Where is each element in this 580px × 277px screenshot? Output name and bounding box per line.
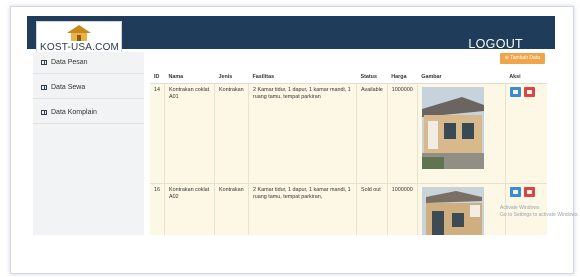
edit-icon — [512, 190, 518, 194]
cell-harga: 1000000 — [386, 183, 418, 235]
col-harga: Harga — [387, 71, 418, 84]
watermark-title: Activate Windows — [500, 205, 540, 211]
cell-status: Sold out — [356, 183, 388, 235]
sidebar-item-label: Data Komplain — [51, 109, 97, 116]
col-aksi: Aksi — [505, 71, 548, 84]
sidebar-item-label: Data Sewa — [51, 84, 86, 91]
sidebar-item-data-komplain[interactable]: Data Komplain — [33, 102, 144, 124]
col-nama: Nama — [164, 71, 215, 84]
house-photo — [421, 87, 484, 169]
sidebar: Data Pesan Data Sewa Data Komplain — [33, 52, 144, 235]
logo: KOST-USA.COM — [36, 21, 122, 56]
sidebar-item-data-sewa[interactable]: Data Sewa — [33, 77, 144, 99]
data-table: ID Nama Jenis Fasilitas Status Harga Gam… — [150, 71, 548, 235]
cell-nama: Kontrakan coklat A02 — [164, 183, 215, 235]
add-data-label: Tambah Data — [510, 55, 540, 61]
watermark-subtitle: Go to Settings to activate Windows. — [500, 212, 579, 218]
plus-icon: ⊕ — [504, 55, 509, 61]
sidebar-item-data-pesan[interactable]: Data Pesan — [33, 52, 144, 74]
delete-button[interactable] — [524, 187, 536, 197]
edit-icon — [512, 90, 518, 94]
cell-fasilitas: 2 Kamar tidur, 1 dapur, 1 kamar mandi, 1… — [248, 83, 357, 184]
table-row: 14 Kontrakan coklat A01 Kontrakan 2 Kama… — [150, 83, 548, 184]
cell-aksi — [504, 83, 548, 184]
trash-icon — [527, 190, 533, 194]
table-icon — [41, 110, 47, 115]
trash-icon — [527, 90, 533, 94]
cell-jenis: Kontrakan — [214, 83, 249, 184]
delete-button[interactable] — [524, 87, 536, 97]
cell-status: Available — [356, 83, 388, 184]
sidebar-item-label: Data Pesan — [51, 59, 88, 66]
edit-button[interactable] — [509, 87, 521, 97]
house-photo — [421, 187, 484, 235]
table-icon — [41, 60, 47, 65]
table-header: ID Nama Jenis Fasilitas Status Harga Gam… — [150, 71, 548, 84]
table-row: 16 Kontrakan coklat A02 Kontrakan 2 Kama… — [150, 183, 548, 235]
col-status: Status — [356, 71, 388, 84]
col-gambar: Gambar — [417, 71, 506, 84]
col-fasilitas: Fasilitas — [248, 71, 357, 84]
cell-gambar — [416, 183, 506, 235]
cell-id: 16 — [150, 183, 165, 235]
cell-nama: Kontrakan coklat A01 — [164, 83, 215, 184]
edit-button[interactable] — [509, 187, 521, 197]
table-icon — [41, 85, 47, 90]
col-jenis: Jenis — [214, 71, 249, 84]
cell-gambar — [416, 83, 506, 184]
main-content: ⊕ Tambah Data ID Nama Jenis Fasilitas St… — [150, 52, 555, 235]
cell-fasilitas: 2 Kamar tidur, 1 dapur, 1 kamar mandi, 1… — [248, 183, 357, 235]
cell-harga: 1000000 — [386, 83, 418, 184]
activation-watermark: Activate Windows Go to Settings to activ… — [500, 205, 579, 219]
logout-link[interactable]: LOGOUT — [468, 37, 523, 51]
cell-jenis: Kontrakan — [214, 183, 249, 235]
add-data-button[interactable]: ⊕ Tambah Data — [499, 53, 545, 64]
col-id: ID — [150, 71, 165, 84]
house-icon — [67, 25, 91, 41]
cell-id: 14 — [150, 83, 165, 184]
